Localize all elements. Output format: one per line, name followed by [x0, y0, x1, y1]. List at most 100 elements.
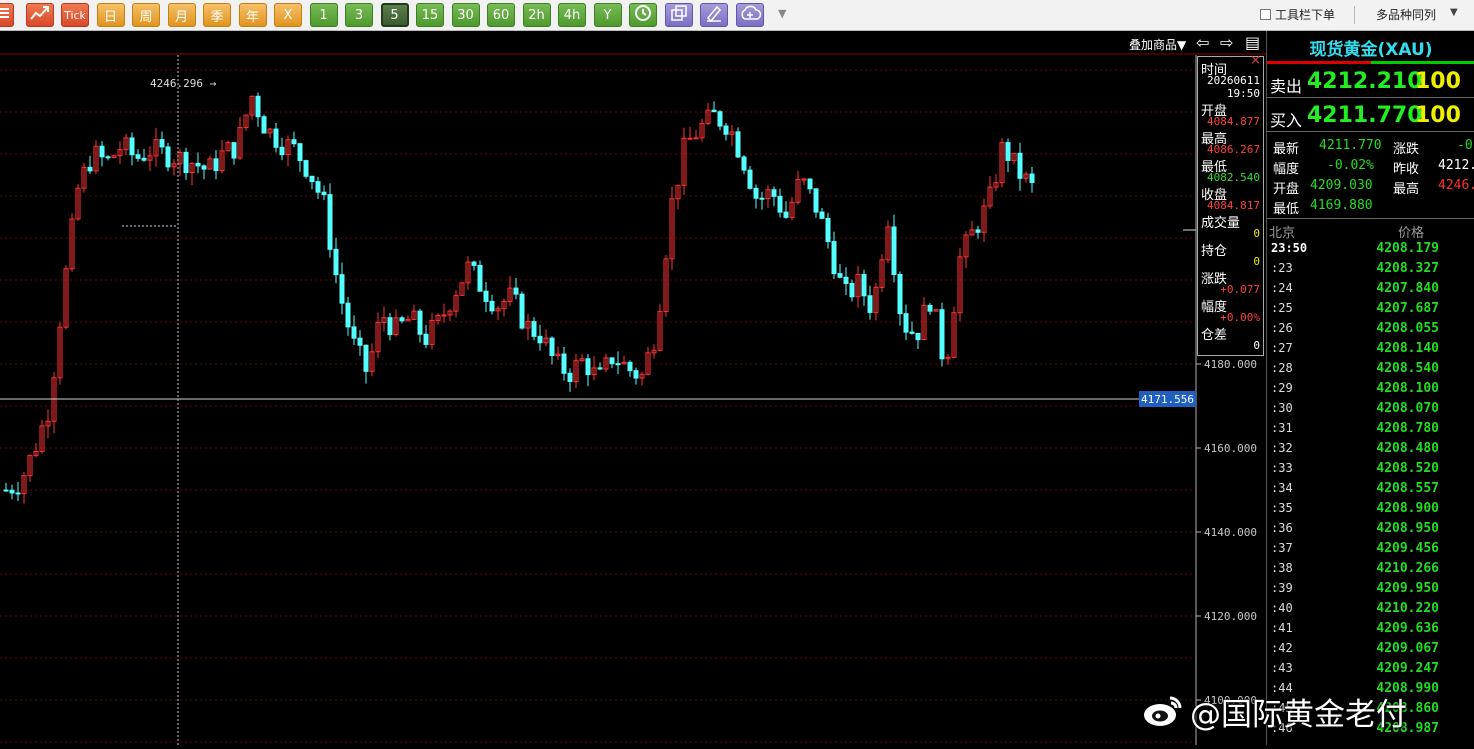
toolbar-button-13[interactable]: 30 — [451, 3, 480, 27]
candle-body — [471, 261, 477, 266]
toolbar-button-6[interactable]: 季 — [203, 3, 231, 27]
toolbar-button-10[interactable]: 3 — [345, 3, 373, 27]
tick-row[interactable]: :39 4209.950 — [1267, 581, 1474, 601]
candle-body — [297, 143, 303, 162]
toolbar-button-2[interactable]: Tick — [61, 3, 89, 27]
chevron-down-icon[interactable]: ▼ — [1450, 7, 1458, 18]
info-volume-value: 0 — [1253, 227, 1260, 240]
candle-body — [741, 156, 747, 171]
candle-body — [15, 492, 21, 495]
tick-price: 4208.900 — [1376, 501, 1439, 516]
candle-body — [939, 309, 945, 360]
tick-row[interactable]: 23:50 4208.179 — [1267, 241, 1474, 261]
tick-time: :40 — [1271, 601, 1293, 615]
tick-time: :28 — [1271, 361, 1293, 375]
candle-body — [483, 290, 489, 302]
candle-body — [897, 273, 903, 315]
tick-row[interactable]: :26 4208.055 — [1267, 321, 1474, 341]
candle-body — [279, 146, 285, 156]
tick-time: :32 — [1271, 441, 1293, 455]
arrow-left-icon[interactable]: ⇦ — [1196, 33, 1209, 52]
candle-body — [327, 194, 333, 250]
toolbar-button-16[interactable]: 4h — [558, 3, 586, 27]
candle-body — [255, 95, 261, 118]
close-icon[interactable]: × — [1250, 53, 1261, 68]
overlay-product-dropdown[interactable]: 叠加商品▼ — [1129, 36, 1186, 53]
toolbar-button-21[interactable] — [735, 3, 764, 27]
tick-time: :29 — [1271, 381, 1293, 395]
candle-body — [891, 226, 897, 275]
tick-row[interactable]: :42 4209.067 — [1267, 641, 1474, 661]
tick-price: 4208.480 — [1376, 441, 1439, 456]
tick-row[interactable]: :28 4208.540 — [1267, 361, 1474, 381]
chart-canvas[interactable]: 4180.0004160.0004140.0004120.0004100.000… — [0, 31, 1266, 745]
toolbar-button-20[interactable] — [700, 3, 728, 27]
buy-price[interactable]: 4211.770 — [1307, 103, 1423, 128]
toolbar-button-18[interactable] — [629, 3, 657, 27]
candle-body — [201, 165, 207, 170]
stat-low-value: 4169.880 — [1310, 198, 1373, 213]
toolbar-button-4[interactable]: 周 — [132, 3, 160, 27]
tick-time: :41 — [1271, 621, 1293, 635]
tick-row[interactable]: :35 4208.900 — [1267, 501, 1474, 521]
toolbar-button-8[interactable]: X — [274, 3, 302, 27]
candle-body — [975, 229, 981, 233]
arrow-right-icon[interactable]: ⇨ — [1220, 33, 1233, 52]
tick-time: :35 — [1271, 501, 1293, 515]
tick-row[interactable]: :30 4208.070 — [1267, 401, 1474, 421]
toolbar-button-19[interactable] — [664, 3, 693, 27]
stat-open-label: 开盘 — [1273, 182, 1300, 197]
toolbar-button-label: Y — [603, 7, 612, 23]
toolbar-button-12[interactable]: 15 — [416, 3, 444, 27]
tick-time: :43 — [1271, 661, 1293, 675]
draw-icon — [705, 4, 723, 26]
panel-divider — [1267, 97, 1474, 98]
candle-body — [1005, 142, 1011, 161]
toolbar-button-7[interactable]: 年 — [238, 3, 267, 27]
candle-body — [927, 304, 933, 312]
stat-high-label: 最高 — [1393, 182, 1420, 197]
toolbar-button-label: 2h — [528, 7, 545, 23]
candle-body — [753, 187, 759, 199]
toolbar-order-checkbox[interactable]: 工具栏下单 — [1260, 6, 1335, 23]
tick-row[interactable]: :23 4208.327 — [1267, 261, 1474, 281]
toolbar-button-15[interactable]: 2h — [522, 3, 551, 27]
tick-row[interactable]: :29 4208.100 — [1267, 381, 1474, 401]
tick-row[interactable]: :41 4209.636 — [1267, 621, 1474, 641]
layout-icon[interactable]: ▤ — [1245, 33, 1260, 52]
tick-row[interactable]: :34 4208.557 — [1267, 481, 1474, 501]
tick-time: :36 — [1271, 521, 1293, 535]
toolbar-button-label: 日 — [103, 9, 117, 25]
tick-row[interactable]: :38 4210.266 — [1267, 561, 1474, 581]
tick-row[interactable]: :32 4208.480 — [1267, 441, 1474, 461]
candle-body — [837, 273, 843, 278]
toolbar-button-17[interactable]: Y — [593, 3, 622, 27]
tick-row[interactable]: :24 4207.840 — [1267, 281, 1474, 301]
watermark: @国际黄金老付 — [1142, 688, 1407, 734]
tick-row[interactable]: :43 4209.247 — [1267, 661, 1474, 681]
tick-row[interactable]: :36 4208.950 — [1267, 521, 1474, 541]
toolbar-button-14[interactable]: 60 — [487, 3, 515, 27]
instrument-title[interactable]: 现货黄金(XAU) — [1267, 35, 1474, 60]
tick-row[interactable]: :31 4208.780 — [1267, 421, 1474, 441]
stat-pct-value: -0.02% — [1327, 158, 1374, 173]
candlestick-chart[interactable]: 4180.000 4160.000 4140.000 4120.000 4100.000… — [0, 31, 1266, 745]
toolbar-more-dropdown[interactable]: ▼ — [778, 7, 786, 20]
tick-row[interactable]: :33 4208.520 — [1267, 461, 1474, 481]
toolbar-button-1[interactable] — [25, 3, 54, 27]
sell-price[interactable]: 4212.210 — [1307, 69, 1423, 94]
tick-time: :26 — [1271, 321, 1293, 335]
candle-body — [99, 145, 105, 158]
tick-row[interactable]: :25 4207.687 — [1267, 301, 1474, 321]
tick-row[interactable]: :27 4208.140 — [1267, 341, 1474, 361]
toolbar-button-11[interactable]: 5 — [380, 3, 409, 27]
toolbar-button-5[interactable]: 月 — [167, 3, 196, 27]
tick-row[interactable]: :40 4210.220 — [1267, 601, 1474, 621]
windows-icon — [670, 4, 688, 26]
checkbox-box[interactable] — [1260, 9, 1271, 20]
toolbar-button-9[interactable]: 1 — [309, 3, 338, 27]
multi-period-dropdown[interactable]: 多品种同列 — [1376, 6, 1436, 23]
tick-row[interactable]: :37 4209.456 — [1267, 541, 1474, 561]
toolbar-button-3[interactable]: 日 — [96, 3, 125, 27]
toolbar-button-0[interactable] — [0, 3, 14, 27]
